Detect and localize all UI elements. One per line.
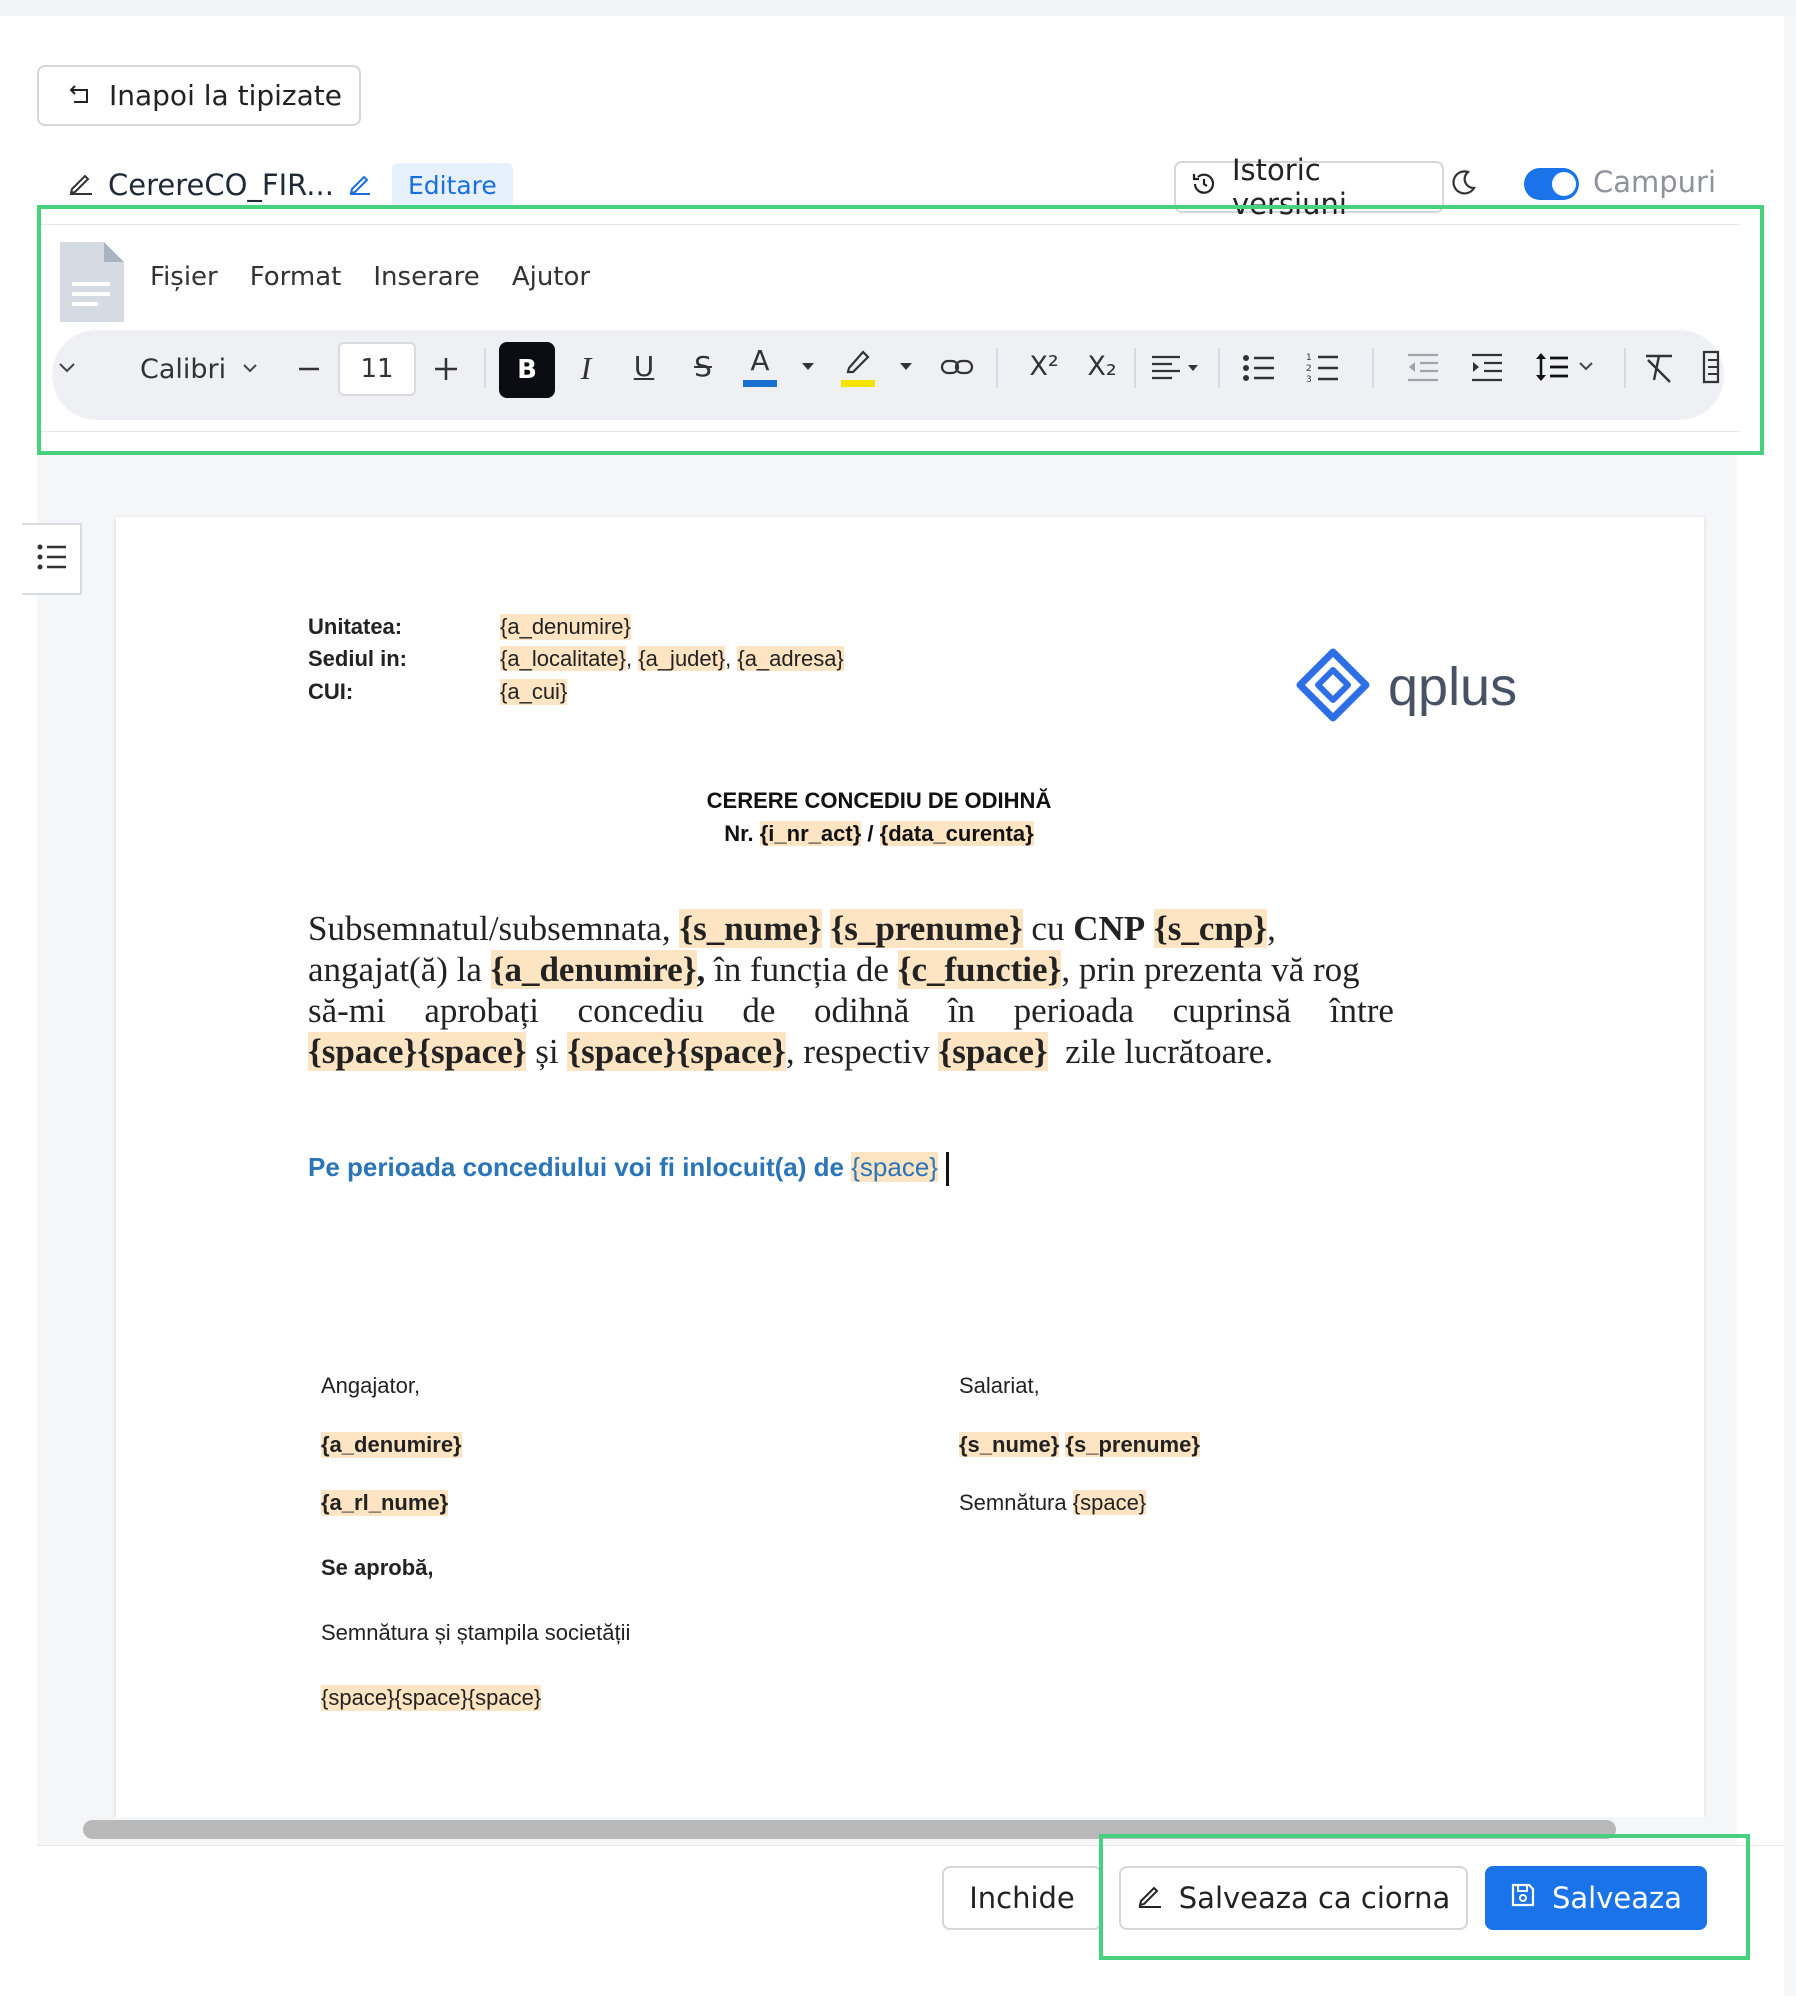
text-run-bold: CNP xyxy=(1073,909,1146,948)
field-s-prenume: {s_prenume} xyxy=(830,909,1023,948)
separator-text: , xyxy=(626,646,639,671)
back-button-label: Inapoi la tipizate xyxy=(109,79,342,112)
field-a-denumire: {a_denumire} xyxy=(500,614,631,640)
text-run: cu xyxy=(1031,909,1065,948)
toolbar-highlight-frame xyxy=(37,205,1764,455)
word: să-mi xyxy=(308,991,386,1030)
replacement-line: Pe perioada concediului voi fi inlocuit(… xyxy=(308,1152,949,1187)
field-space: {space} xyxy=(851,1152,938,1182)
text-run: în funcția de xyxy=(714,950,889,989)
back-to-templates-button[interactable]: Inapoi la tipizate xyxy=(37,65,361,126)
field-space: {space} xyxy=(938,1032,1048,1071)
word: între xyxy=(1329,991,1394,1030)
field-i-nr-act: {i_nr_act} xyxy=(759,821,862,846)
actions-highlight-frame xyxy=(1099,1834,1750,1960)
separator-text: , xyxy=(725,646,738,671)
word: aprobați xyxy=(424,991,539,1030)
field-a-adresa: {a_adresa} xyxy=(737,646,844,671)
field-space-stamp: {space}{space}{space} xyxy=(321,1685,542,1711)
field-s-prenume: {s_prenume} xyxy=(1065,1432,1200,1457)
number-separator: / xyxy=(867,821,874,846)
field-s-nume: {s_nume} xyxy=(679,909,822,948)
text-run: și xyxy=(535,1032,559,1071)
document-name: CerereCO_FIR... xyxy=(108,168,334,202)
field-c-functie: {c_functie} xyxy=(897,950,1062,989)
field-space: {space} xyxy=(1072,1490,1147,1515)
logo-text: qplus xyxy=(1388,657,1518,717)
field-s-cnp: {s_cnp} xyxy=(1153,909,1268,948)
text-run: Subsemnatul/subsemnata, xyxy=(308,909,671,948)
return-icon xyxy=(69,79,91,112)
paragraph-line-3: să-mi aprobați concediu de odihnă în per… xyxy=(308,990,1394,1031)
employee-label: Salariat, xyxy=(959,1373,1040,1398)
text-run: zile lucrătoare. xyxy=(1065,1032,1274,1071)
field-space: {space}{space} xyxy=(308,1032,527,1071)
word: perioada xyxy=(1013,991,1135,1030)
right-gutter xyxy=(1784,16,1796,1996)
word: de xyxy=(742,991,776,1030)
word: odihnă xyxy=(814,991,910,1030)
replacement-text: Pe perioada concediului voi fi inlocuit(… xyxy=(308,1152,844,1182)
paragraph-line-4: {space}{space} și {space}{space}, respec… xyxy=(308,1031,1430,1072)
field-a-denumire: {a_denumire} xyxy=(490,950,697,989)
fields-toggle-label: Campuri xyxy=(1593,165,1717,199)
close-button[interactable]: Inchide xyxy=(942,1866,1102,1930)
fields-toggle-knob xyxy=(1552,172,1576,196)
text-run: , respectiv xyxy=(785,1032,930,1071)
history-icon xyxy=(1190,170,1218,205)
top-strip xyxy=(0,0,1796,16)
word: în xyxy=(947,991,976,1030)
pencil-icon xyxy=(68,168,94,202)
word: cuprinsă xyxy=(1172,991,1292,1030)
field-a-denumire: {a_denumire} xyxy=(321,1432,462,1458)
qplus-diamond-icon xyxy=(1296,648,1370,726)
header-label: Unitatea: xyxy=(308,614,403,639)
header-label: CUI: xyxy=(308,679,354,704)
close-label: Inchide xyxy=(969,1881,1075,1915)
field-s-nume: {s_nume} xyxy=(959,1432,1060,1457)
field-a-rl-nume: {a_rl_nume} xyxy=(321,1490,449,1516)
signature-label: Semnătura xyxy=(959,1490,1067,1515)
field-data-curenta: {data_curenta} xyxy=(879,821,1034,846)
document-title: CERERE CONCEDIU DE ODIHNĂ Nr. {i_nr_act}… xyxy=(540,784,1218,850)
text-run: , prin prezenta vă rog xyxy=(1061,950,1360,989)
header-label: Sediul in: xyxy=(308,646,407,671)
employer-label: Angajator, xyxy=(321,1373,421,1398)
title-text: CERERE CONCEDIU DE ODIHNĂ xyxy=(706,788,1052,813)
request-paragraph: Subsemnatul/subsemnata, {s_nume} {s_pren… xyxy=(308,908,1430,1072)
paragraph-line-1: Subsemnatul/subsemnata, {s_nume} {s_pren… xyxy=(308,908,1430,949)
text-run-bold: , xyxy=(696,950,706,989)
number-prefix: Nr. xyxy=(724,821,754,846)
mode-badge: Editare xyxy=(391,162,513,208)
text-cursor xyxy=(945,1152,949,1187)
header-value: {a_localitate}, {a_judet}, {a_adresa} xyxy=(500,646,844,672)
document-number-line: Nr. {i_nr_act} / {data_curenta} xyxy=(540,817,1218,850)
field-space: {space}{space} xyxy=(567,1032,786,1071)
employee-name-line: {s_nume} {s_prenume} xyxy=(959,1432,1200,1458)
list-outline-icon xyxy=(34,542,68,576)
text-run: angajat(ă) la xyxy=(308,950,482,989)
field-a-localitate: {a_localitate} xyxy=(500,646,626,671)
employee-signature-line: Semnătura {space} xyxy=(959,1490,1147,1516)
approve-label: Se aprobă, xyxy=(321,1555,434,1580)
dark-mode-moon-icon[interactable] xyxy=(1448,168,1478,202)
document-title-bar: CerereCO_FIR... Editare xyxy=(68,160,513,210)
text-run: , xyxy=(1267,909,1276,948)
word: concediu xyxy=(577,991,704,1030)
paragraph-line-2: angajat(ă) la {a_denumire}, în funcția d… xyxy=(308,949,1430,990)
field-a-cui: {a_cui} xyxy=(500,679,568,705)
rename-pencil-icon[interactable] xyxy=(348,168,372,202)
stamp-label: Semnătura și ștampila societății xyxy=(321,1620,631,1645)
document-outline-button[interactable] xyxy=(22,523,82,595)
field-a-judet: {a_judet} xyxy=(638,646,726,671)
qplus-logo: qplus xyxy=(1296,648,1517,726)
